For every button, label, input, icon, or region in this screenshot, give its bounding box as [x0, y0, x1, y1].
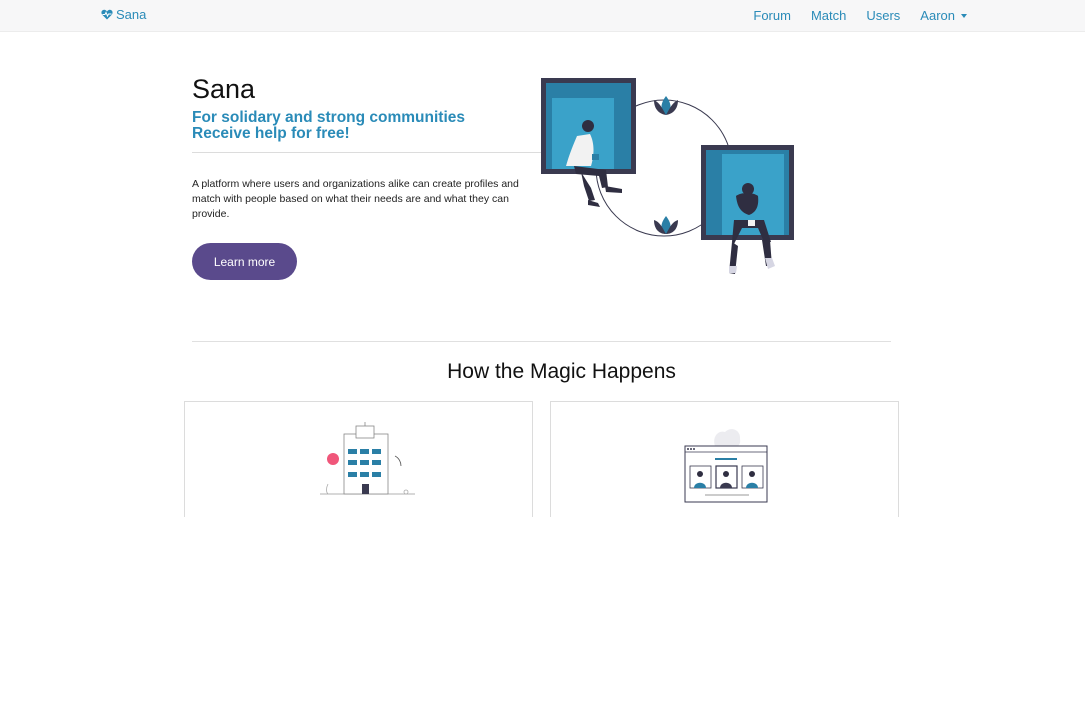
nav-links: Forum Match Users Aaron	[733, 8, 967, 23]
nav-forum[interactable]: Forum	[753, 8, 791, 23]
brand-link[interactable]: Sana	[101, 7, 146, 22]
hero-illustration	[541, 78, 794, 274]
brand-name: Sana	[116, 7, 147, 22]
user-name: Aaron	[920, 8, 955, 23]
hero-tagline: For solidary and strong communities Rece…	[192, 110, 465, 142]
tagline-line-2: Receive help for free!	[192, 125, 350, 142]
caret-down-icon	[961, 14, 967, 18]
hero-title: Sana	[192, 74, 256, 104]
building-illustration	[320, 422, 415, 495]
heart-pulse-icon	[101, 9, 113, 20]
hero-description: A platform where users and organizations…	[192, 178, 519, 220]
nav-user-dropdown[interactable]: Aaron	[920, 8, 967, 23]
navbar: Sana Forum Match Users Aaron	[0, 0, 1085, 32]
video-call-illustration	[684, 429, 768, 503]
section-title: How the Magic Happens	[447, 360, 676, 383]
feature-card-matching	[550, 401, 899, 517]
learn-more-button[interactable]: Learn more	[192, 243, 297, 280]
hero-divider	[192, 152, 542, 153]
nav-users[interactable]: Users	[866, 8, 900, 23]
section-divider	[192, 341, 891, 342]
feature-card-organizations	[184, 401, 533, 517]
tagline-line-1: For solidary and strong communities	[192, 109, 466, 126]
nav-match[interactable]: Match	[811, 8, 846, 23]
